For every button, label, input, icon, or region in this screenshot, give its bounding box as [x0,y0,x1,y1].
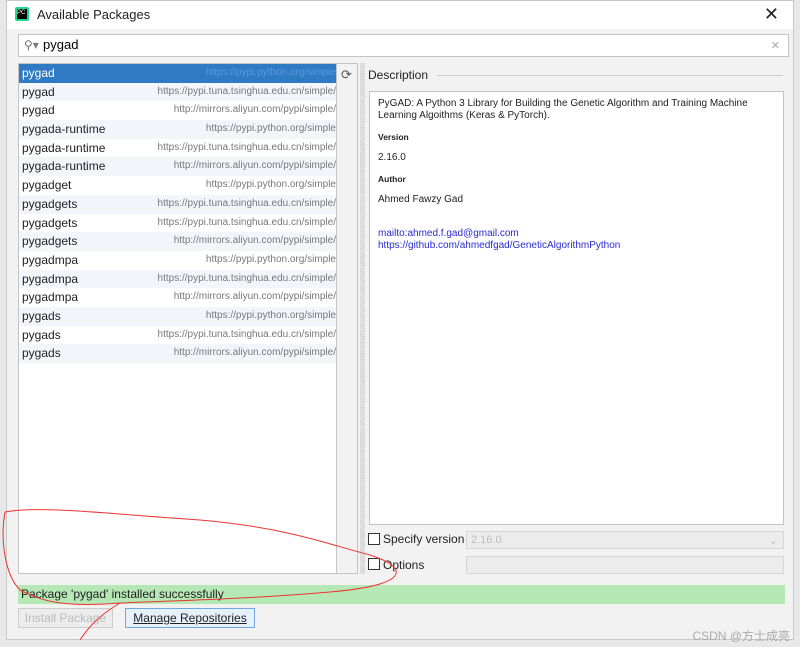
red-annotation-circle [2,509,397,641]
